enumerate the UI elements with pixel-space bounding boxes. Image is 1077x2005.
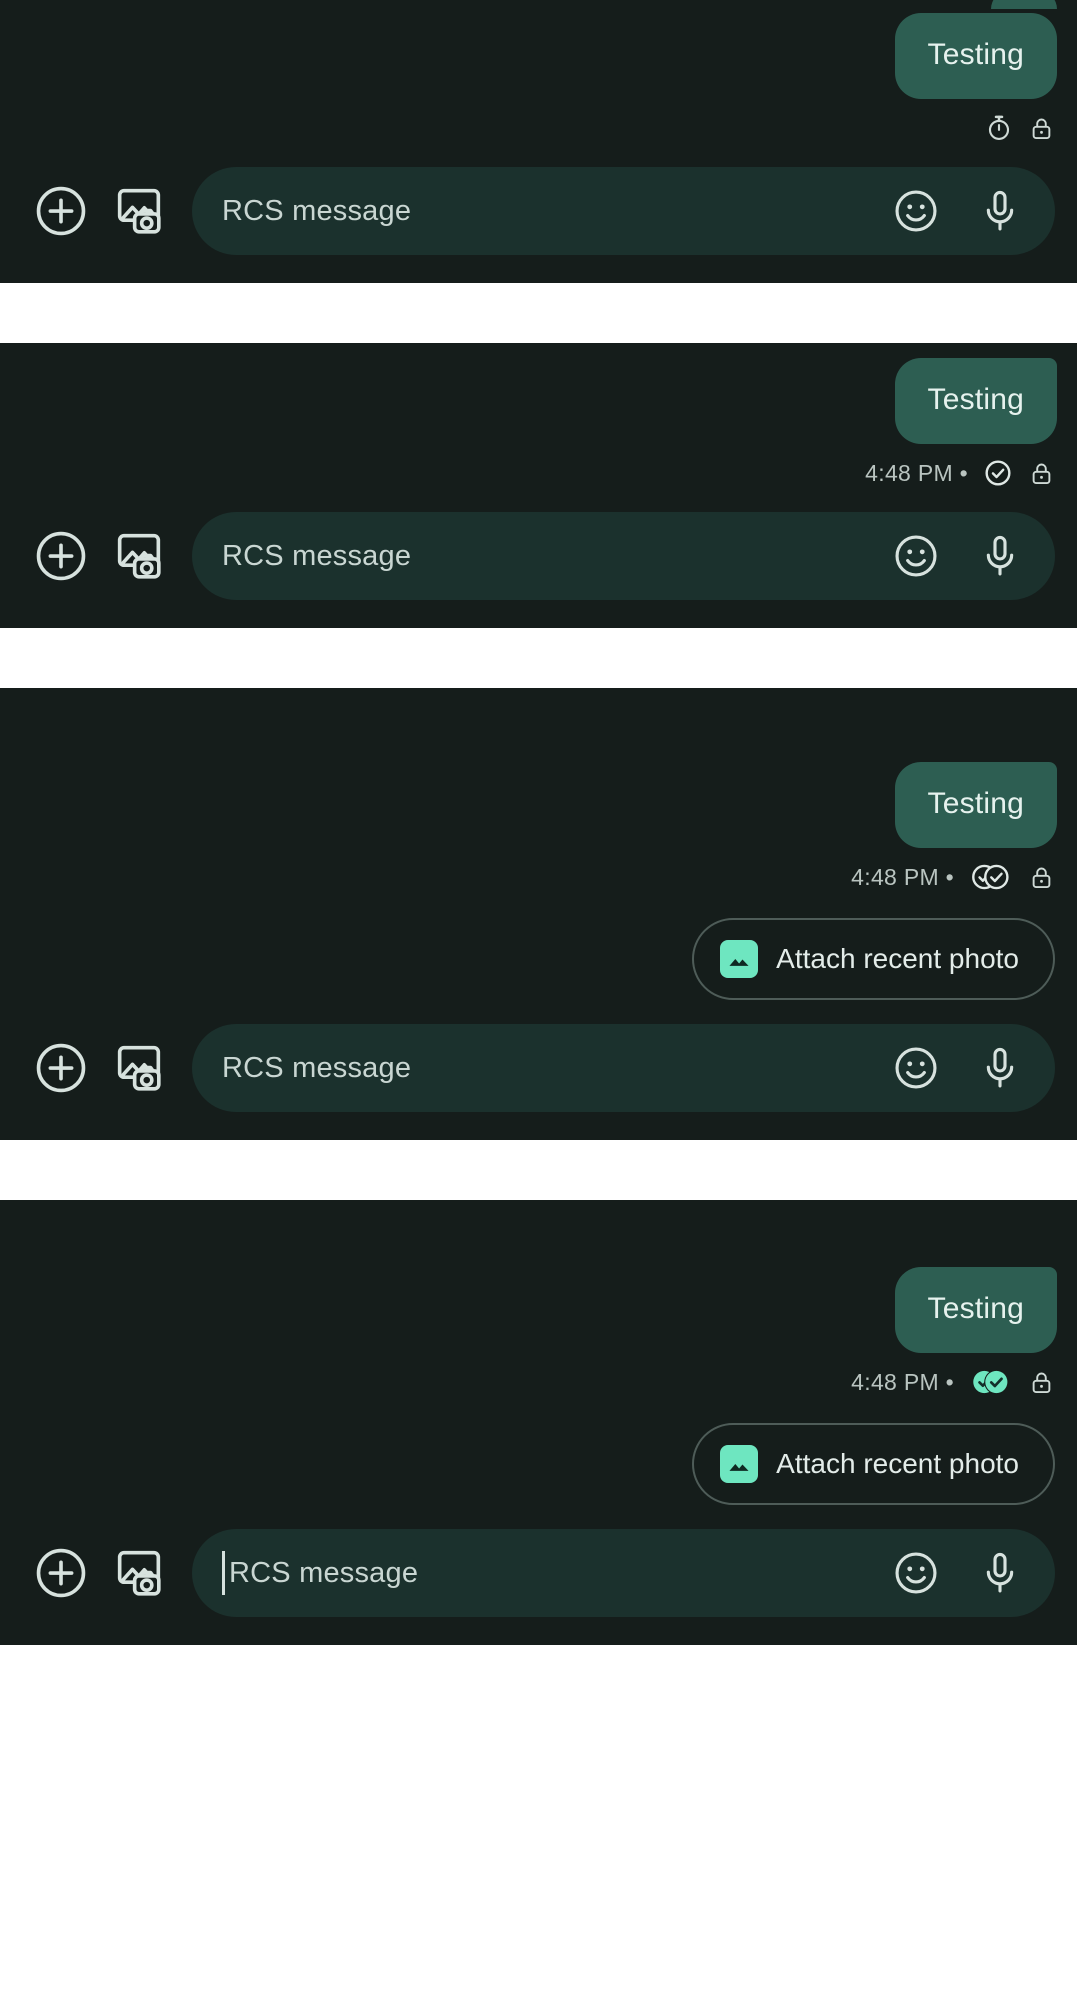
panel-separator-2 [0,628,1077,688]
message-status-row: 4:48 PM • [0,458,1077,488]
message-input-field[interactable]: RCS message [192,512,1055,600]
suggestion-chip-row: Attach recent photo [0,918,1077,1000]
plus-circle-icon[interactable] [22,1534,100,1612]
composer-bar: RCS message [0,1505,1077,1645]
stopwatch-icon [984,113,1014,143]
attach-recent-photo-chip[interactable]: Attach recent photo [692,1423,1055,1505]
emoji-smiley-icon[interactable] [887,1039,945,1097]
message-timestamp: 4:48 PM • [851,1368,954,1395]
microphone-icon[interactable] [971,1039,1029,1097]
message-input-text[interactable]: RCS message [222,540,887,573]
conversation-panel-read: Testing 4:48 PM • Attach recent photo RC… [0,1200,1077,1645]
emoji-smiley-icon[interactable] [887,527,945,585]
double-check-circle-filled-icon [968,1367,1014,1397]
image-icon [720,940,759,978]
message-input-placeholder: RCS message [222,1051,412,1084]
image-camera-icon[interactable] [100,172,178,250]
message-input-placeholder: RCS message [222,194,412,227]
emoji-smiley-icon[interactable] [887,1544,945,1602]
lock-icon [1028,458,1055,488]
microphone-icon[interactable] [971,1544,1029,1602]
text-caret [222,1551,225,1595]
chip-label: Attach recent photo [776,1448,1019,1479]
message-input-field[interactable]: RCS message [192,1529,1055,1617]
message-input-text[interactable]: RCS message [222,1551,887,1595]
outgoing-message-bubble[interactable]: Testing [894,762,1057,848]
message-input-text[interactable]: RCS message [222,1052,887,1085]
composer-bar: RCS message [0,488,1077,628]
message-input-text[interactable]: RCS message [222,195,887,228]
previous-message-bubble-clipped[interactable] [991,0,1057,9]
message-bubble-row: Testing [0,13,1077,99]
message-input-placeholder: RCS message [229,1556,419,1589]
composer-bar: RCS message [0,1000,1077,1140]
conversation-panel-delivered: Testing 4:48 PM • Attach recent photo RC… [0,688,1077,1140]
chip-label: Attach recent photo [776,943,1019,974]
microphone-icon[interactable] [971,182,1029,240]
lock-icon [1028,113,1055,143]
double-check-circle-outline-icon [968,862,1014,892]
message-bubble-row: Testing [0,358,1077,444]
message-input-field[interactable]: RCS message [192,167,1055,255]
check-circle-outline-icon [982,458,1014,488]
plus-circle-icon[interactable] [22,172,100,250]
message-status-row [0,113,1077,143]
message-status-row: 4:48 PM • [0,1367,1077,1397]
message-bubble-row: Testing [0,1267,1077,1353]
image-icon [720,1445,759,1483]
microphone-icon[interactable] [971,527,1029,585]
message-input-placeholder: RCS message [222,539,412,572]
panel-separator-3 [0,1140,1077,1200]
conversation-panel-sending: Testing RCS message [0,0,1077,283]
plus-circle-icon[interactable] [22,517,100,595]
lock-icon [1028,1367,1055,1397]
plus-circle-icon[interactable] [22,1029,100,1107]
outgoing-message-bubble[interactable]: Testing [894,358,1057,444]
clipped-bubble-row [0,0,1077,9]
message-timestamp: 4:48 PM • [851,863,954,890]
conversation-panel-sent: Testing 4:48 PM • RCS message [0,343,1077,628]
message-input-field[interactable]: RCS message [192,1024,1055,1112]
emoji-smiley-icon[interactable] [887,182,945,240]
panel-separator-1 [0,283,1077,343]
lock-icon [1028,862,1055,892]
message-timestamp: 4:48 PM • [865,459,968,486]
image-camera-icon[interactable] [100,517,178,595]
attach-recent-photo-chip[interactable]: Attach recent photo [692,918,1055,1000]
screenshot-collage: Testing RCS message Testing 4:48 PM • RC… [0,0,1077,2005]
outgoing-message-bubble[interactable]: Testing [894,1267,1057,1353]
suggestion-chip-row: Attach recent photo [0,1423,1077,1505]
composer-bar: RCS message [0,143,1077,283]
image-camera-icon[interactable] [100,1029,178,1107]
message-bubble-row: Testing [0,762,1077,848]
message-status-row: 4:48 PM • [0,862,1077,892]
outgoing-message-bubble[interactable]: Testing [894,13,1057,99]
image-camera-icon[interactable] [100,1534,178,1612]
